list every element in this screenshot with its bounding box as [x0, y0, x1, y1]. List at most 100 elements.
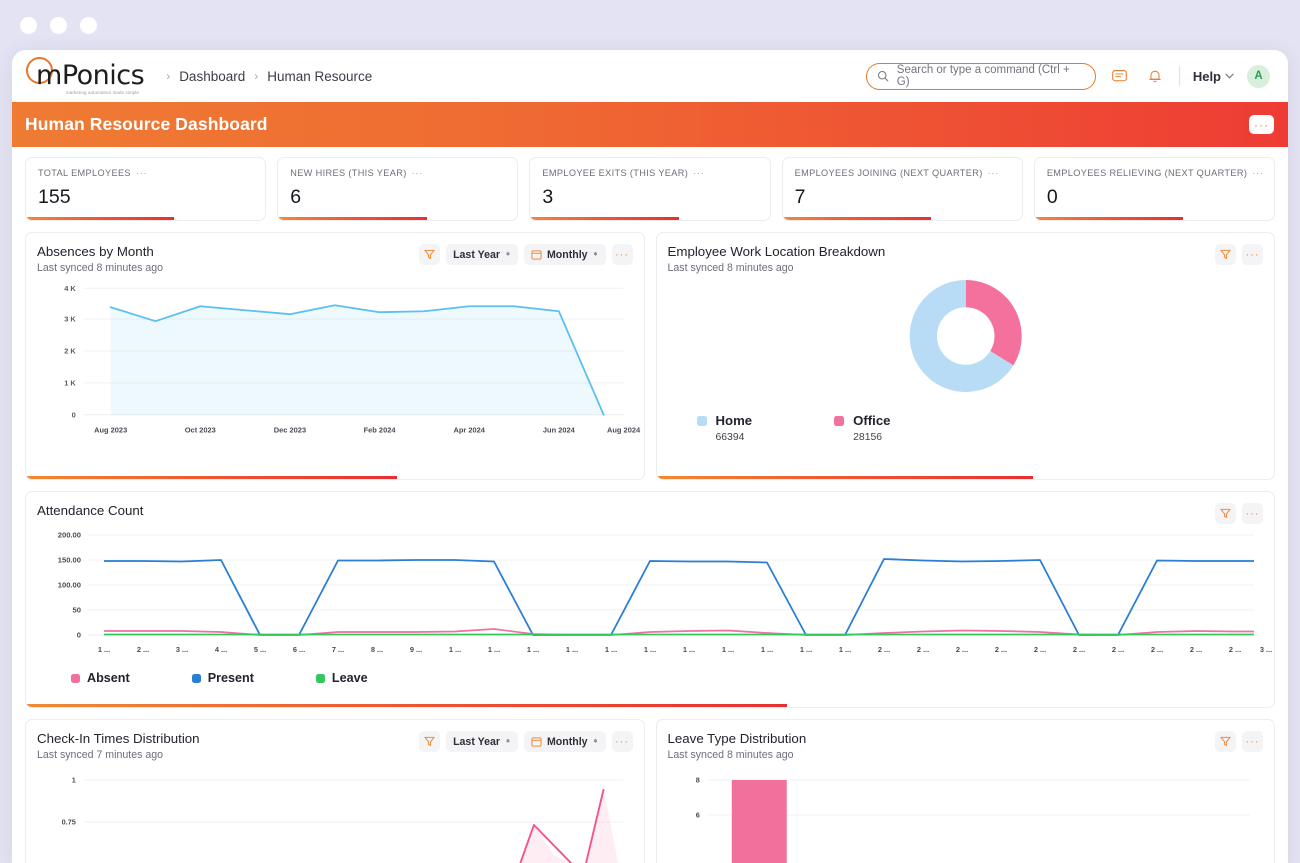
- kpi-row: TOTAL EMPLOYEES ··· 155 NEW HIRES (THIS …: [25, 157, 1276, 221]
- svg-text:50: 50: [73, 606, 81, 615]
- svg-text:1 ...: 1 ...: [644, 645, 656, 654]
- svg-text:1 ...: 1 ...: [722, 645, 734, 654]
- kpi-card-employees-joining[interactable]: EMPLOYEES JOINING (NEXT QUARTER) ··· 7: [781, 157, 1023, 221]
- kpi-menu-icon[interactable]: ···: [1252, 168, 1263, 178]
- kpi-label: NEW HIRES (THIS YEAR) ···: [290, 168, 505, 178]
- window-chrome: [0, 0, 1300, 50]
- kpi-card-employees-relieving[interactable]: EMPLOYEES RELIEVING (NEXT QUARTER) ··· 0: [1033, 157, 1276, 221]
- filter-button[interactable]: [419, 244, 441, 265]
- period-select-monthly[interactable]: Monthly ▲ ▼: [523, 731, 606, 752]
- app-header: mPonics marketing automation made simple…: [12, 50, 1288, 102]
- checkin-area-chart: 1 0.75: [62, 776, 624, 863]
- help-menu[interactable]: Help: [1193, 69, 1234, 84]
- kpi-card-employee-exits[interactable]: EMPLOYEE EXITS (THIS YEAR) ··· 3: [529, 157, 771, 221]
- range-select-last-year[interactable]: Last Year ▲ ▼: [446, 731, 518, 752]
- bell-icon[interactable]: [1144, 65, 1166, 87]
- window-minimize-dot[interactable]: [50, 16, 67, 34]
- card-menu-button[interactable]: ···: [611, 244, 633, 265]
- legend-item-office[interactable]: Office 28156: [834, 413, 891, 443]
- card-menu-button[interactable]: ···: [1242, 731, 1263, 752]
- svg-text:2 ...: 2 ...: [1229, 645, 1241, 654]
- brand-logo[interactable]: mPonics marketing automation made simple: [26, 57, 145, 95]
- card-subtitle: Last synced 7 minutes ago: [37, 749, 164, 761]
- card-title: Leave Type Distribution: [667, 731, 807, 746]
- kpi-value: 6: [290, 186, 302, 208]
- donut-legend: Home 66394 Office 28156: [657, 413, 1275, 443]
- svg-text:2 ...: 2 ...: [1151, 645, 1163, 654]
- period-select-monthly[interactable]: Monthly ▲ ▼: [523, 244, 606, 265]
- kpi-accent-bar: [26, 217, 175, 220]
- filter-icon: [1220, 736, 1231, 747]
- search-icon: [877, 70, 889, 82]
- svg-text:Oct 2023: Oct 2023: [185, 426, 216, 435]
- range-label: Last Year: [453, 248, 500, 261]
- kpi-menu-icon[interactable]: ···: [988, 168, 999, 178]
- search-input[interactable]: Search or type a command (Ctrl + G): [865, 62, 1096, 90]
- window-maximize-dot[interactable]: [80, 16, 97, 34]
- kpi-label: EMPLOYEES RELIEVING (NEXT QUARTER) ···: [1047, 168, 1263, 178]
- filter-icon: [1220, 249, 1231, 260]
- card-header: Leave Type Distribution Last synced 8 mi…: [657, 720, 1275, 761]
- range-select-last-year[interactable]: Last Year ▲ ▼: [446, 244, 518, 265]
- filter-button[interactable]: [1215, 503, 1236, 524]
- card-header: Absences by Month Last synced 8 minutes …: [26, 233, 644, 274]
- avatar[interactable]: A: [1247, 64, 1270, 88]
- svg-text:3 K: 3 K: [64, 315, 76, 324]
- breadcrumb-item-dashboard[interactable]: Dashboard: [179, 69, 245, 84]
- help-label: Help: [1192, 68, 1221, 84]
- card-attendance-count: Attendance Count ··· 200.00 150.00 100.0…: [25, 491, 1275, 708]
- header-actions: Search or type a command (Ctrl + G) Help…: [865, 62, 1270, 90]
- kpi-card-new-hires[interactable]: NEW HIRES (THIS YEAR) ··· 6: [277, 157, 519, 221]
- svg-text:3 ...: 3 ...: [176, 645, 188, 654]
- card-toolbar: Last Year ▲ ▼ Monthly ▲ ▼ ···: [419, 731, 633, 752]
- kpi-value: 3: [542, 186, 554, 208]
- window-close-dot[interactable]: [20, 16, 37, 34]
- breadcrumb-separator-0: ›: [166, 69, 171, 83]
- svg-text:0: 0: [72, 410, 76, 419]
- chart-row-1: Absences by Month Last synced 8 minutes …: [25, 232, 1275, 480]
- legend-item-absent[interactable]: Absent: [71, 671, 130, 685]
- svg-text:1 ...: 1 ...: [761, 645, 773, 654]
- card-subtitle: Last synced 8 minutes ago: [667, 749, 794, 761]
- breadcrumb-item-human-resource[interactable]: Human Resource: [267, 69, 372, 84]
- card-subtitle: Last synced 8 minutes ago: [667, 262, 794, 274]
- kpi-label-text: EMPLOYEES JOINING (NEXT QUARTER): [794, 168, 983, 178]
- card-menu-button[interactable]: ···: [1242, 244, 1263, 265]
- attendance-legend: Absent Present Leave: [26, 664, 1274, 685]
- header-divider: [1178, 66, 1180, 86]
- kpi-value: 7: [794, 186, 806, 208]
- card-accent-bar: [26, 476, 397, 479]
- card-menu-button[interactable]: ···: [611, 731, 633, 752]
- card-header: Check-In Times Distribution Last synced …: [26, 720, 644, 761]
- legend-item-present[interactable]: Present: [191, 671, 254, 685]
- card-title: Employee Work Location Breakdown: [667, 244, 886, 259]
- filter-button[interactable]: [1215, 731, 1236, 752]
- chevron-down-icon: [1225, 73, 1234, 79]
- absences-line-chart: 4 K 3 K 2 K 1 K 0 Aug 2023 Oct 2023 Dec …: [64, 284, 641, 435]
- avatar-initial: A: [1254, 70, 1263, 82]
- legend-item-leave[interactable]: Leave: [315, 671, 368, 685]
- filter-icon: [424, 249, 435, 260]
- kpi-label: EMPLOYEES JOINING (NEXT QUARTER) ···: [795, 168, 1010, 178]
- svg-text:4 ...: 4 ...: [215, 645, 227, 654]
- chat-bubble-icon[interactable]: [1109, 65, 1131, 87]
- kpi-menu-icon[interactable]: ···: [412, 168, 423, 178]
- desktop-background: mPonics marketing automation made simple…: [0, 0, 1300, 863]
- legend-item-home[interactable]: Home 66394: [696, 413, 752, 443]
- svg-text:2 ...: 2 ...: [995, 645, 1007, 654]
- legend-value-home: 66394: [715, 432, 745, 443]
- filter-icon: [424, 736, 435, 747]
- donut-slice-office[interactable]: [965, 280, 1022, 366]
- leave-type-bar-0[interactable]: [731, 780, 787, 863]
- card-menu-button[interactable]: ···: [1242, 503, 1263, 524]
- period-label: Monthly: [546, 735, 588, 748]
- legend-swatch-office-icon: [834, 415, 845, 426]
- banner-menu-button[interactable]: ···: [1249, 115, 1274, 134]
- kpi-menu-icon[interactable]: ···: [136, 168, 147, 178]
- kpi-menu-icon[interactable]: ···: [693, 168, 704, 178]
- kpi-card-total-employees[interactable]: TOTAL EMPLOYEES ··· 155: [25, 157, 267, 221]
- filter-button[interactable]: [419, 731, 441, 752]
- kpi-label-text: EMPLOYEE EXITS (THIS YEAR): [542, 168, 689, 178]
- filter-button[interactable]: [1215, 244, 1236, 265]
- svg-text:2 ...: 2 ...: [917, 645, 929, 654]
